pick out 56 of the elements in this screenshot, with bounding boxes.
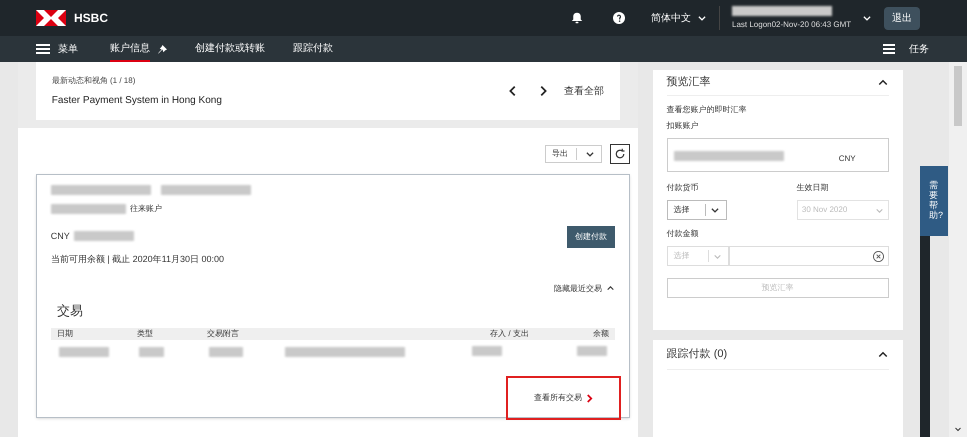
create-payment-button[interactable]: 创建付款 bbox=[566, 226, 615, 248]
column-header: 存入 / 支出 bbox=[490, 328, 529, 340]
currency-dropdown[interactable]: 选择 bbox=[666, 200, 727, 220]
field-label: 付款金额 bbox=[666, 228, 700, 240]
amount-field[interactable] bbox=[728, 246, 889, 266]
view-all-transactions-link[interactable]: 查看所有交易 bbox=[506, 376, 621, 420]
column-header: 余额 bbox=[592, 328, 609, 340]
debit-account-field[interactable]: CNY bbox=[666, 138, 889, 172]
scrollbar-thumb[interactable] bbox=[954, 66, 962, 126]
tasks-link[interactable]: 任务 bbox=[909, 42, 929, 56]
list-icon[interactable] bbox=[883, 44, 895, 54]
scroll-down-icon bbox=[954, 425, 962, 433]
blurred-text bbox=[576, 346, 607, 356]
blurred-text bbox=[472, 346, 502, 356]
clear-icon[interactable] bbox=[872, 250, 884, 262]
column-header: 类型 bbox=[136, 328, 154, 340]
chevron-icon bbox=[606, 284, 615, 293]
blurred-amount bbox=[74, 231, 134, 241]
refresh-button[interactable] bbox=[610, 144, 630, 164]
balance-note: 当前可用余额 | 截止 2020年11月30日 00:00 bbox=[50, 253, 226, 266]
nav-tab[interactable]: 跟踪付款 bbox=[293, 36, 333, 62]
news-headline[interactable]: Faster Payment System in Hong Kong bbox=[52, 92, 222, 108]
account-currency: CNY bbox=[838, 153, 856, 165]
blurred-text bbox=[58, 347, 109, 357]
chevron-right-icon bbox=[586, 394, 593, 402]
news-label: 最新动态和视角 (1 / 18) bbox=[52, 74, 136, 86]
pin-icon[interactable] bbox=[158, 44, 167, 54]
hexagon-logo-icon bbox=[36, 10, 66, 26]
nav-tab[interactable]: 创建付款或转账 bbox=[195, 36, 265, 62]
currency-code: CNY bbox=[50, 230, 70, 244]
bell-icon[interactable] bbox=[571, 12, 583, 24]
panel-title: 跟踪付款 (0) bbox=[666, 346, 728, 362]
blurred-text bbox=[138, 347, 164, 357]
transactions-title: 交易 bbox=[56, 302, 84, 320]
last-logon-text: Last Logon02-Nov-20 06:43 GMT bbox=[732, 18, 852, 30]
brand-name: HSBC bbox=[74, 10, 108, 27]
language-dropdown[interactable]: 简体中文 bbox=[651, 10, 707, 26]
logout-button[interactable]: 退出 bbox=[884, 6, 920, 30]
account-type: 往来账户 bbox=[130, 203, 162, 215]
blurred-text bbox=[208, 347, 243, 357]
export-dropdown[interactable]: 导出 bbox=[544, 145, 602, 163]
help-tab[interactable]: 需要帮助? bbox=[920, 166, 948, 236]
column-header: 日期 bbox=[56, 328, 74, 340]
scrollbar-track[interactable] bbox=[949, 62, 967, 437]
field-label: 扣账账户 bbox=[666, 120, 700, 132]
menu-button[interactable]: 菜单 bbox=[36, 42, 78, 56]
field-label: 生效日期 bbox=[796, 182, 829, 194]
rates-description: 查看您账户的即时汇率 bbox=[666, 104, 748, 116]
field-label: 付款货币 bbox=[666, 182, 700, 194]
menu-icon bbox=[36, 44, 50, 54]
hide-recent-toggle[interactable]: 隐藏最近交易 bbox=[554, 282, 615, 294]
column-header: 交易附言 bbox=[206, 328, 240, 340]
refresh-icon bbox=[614, 148, 626, 160]
view-all-link[interactable]: 查看全部 bbox=[564, 84, 604, 98]
help-icon[interactable] bbox=[613, 12, 625, 24]
panel-title: 预览汇率 bbox=[666, 74, 711, 90]
